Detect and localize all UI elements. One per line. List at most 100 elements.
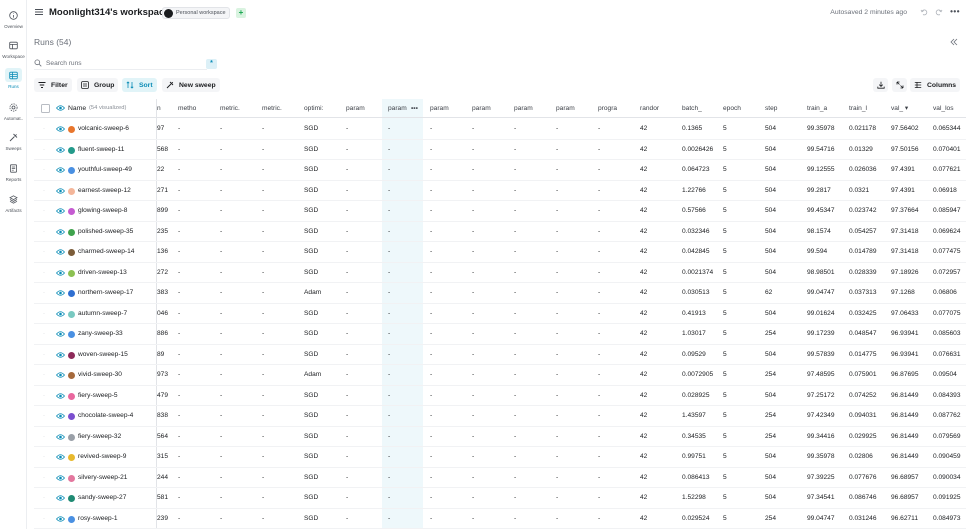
nav-item-runs[interactable]: Runs bbox=[0, 68, 27, 89]
run-name-link[interactable]: youthful-sweep-49 bbox=[78, 160, 132, 181]
eye-icon[interactable] bbox=[56, 166, 65, 174]
column-header[interactable]: val_los bbox=[933, 99, 966, 118]
run-color-dot[interactable] bbox=[68, 413, 75, 420]
eye-icon[interactable] bbox=[56, 412, 65, 420]
run-name-cell[interactable]: · polished-sweep-35 bbox=[34, 222, 157, 243]
column-header[interactable]: optimi: bbox=[304, 99, 342, 118]
table-row[interactable]: 838- - - SGD - - - - - - -42 1.43597 5 254 97.42349 0.0… bbox=[34, 406, 966, 427]
table-row[interactable]: 046- - - SGD - - - - - - -42 0.41913 5 504 99.01624 0.0… bbox=[34, 304, 966, 324]
drag-handle-icon[interactable]: · bbox=[43, 509, 45, 529]
eye-icon[interactable] bbox=[56, 187, 65, 195]
drag-handle-icon[interactable]: · bbox=[43, 140, 45, 161]
run-color-dot[interactable] bbox=[68, 187, 75, 195]
run-name-link[interactable]: sandy-sweep-27 bbox=[78, 488, 126, 509]
nav-item-overview[interactable]: Overview bbox=[0, 8, 27, 29]
run-name-cell[interactable]: · sandy-sweep-27 bbox=[34, 488, 157, 509]
drag-handle-icon[interactable]: · bbox=[43, 324, 45, 345]
run-name-cell[interactable]: · rosy-sweep-1 bbox=[34, 509, 157, 529]
eye-icon[interactable] bbox=[56, 228, 65, 236]
eye-icon[interactable] bbox=[56, 310, 65, 318]
run-color-dot[interactable] bbox=[68, 269, 75, 277]
column-header[interactable]: param bbox=[472, 99, 510, 118]
run-color-dot[interactable] bbox=[68, 454, 75, 461]
run-color-dot[interactable] bbox=[68, 474, 75, 482]
eye-icon[interactable] bbox=[56, 494, 65, 502]
run-name-link[interactable]: zany-sweep-33 bbox=[78, 324, 123, 345]
run-color-dot[interactable] bbox=[68, 228, 75, 236]
run-name-cell[interactable]: · zany-sweep-33 bbox=[34, 324, 157, 345]
more-icon[interactable]: ••• bbox=[950, 7, 960, 16]
table-row[interactable]: 479- - - SGD - - - - - - -42 0.028925 5 504 97.25172 0.… bbox=[34, 386, 966, 406]
eye-icon[interactable] bbox=[56, 248, 65, 256]
column-header[interactable]: epoch bbox=[723, 99, 761, 118]
fullscreen-button[interactable] bbox=[892, 78, 907, 92]
run-name-cell[interactable]: · earnest-sweep-12 bbox=[34, 181, 157, 202]
nav-item-automat[interactable]: Automat.. bbox=[0, 100, 27, 121]
run-color-dot[interactable] bbox=[68, 495, 75, 502]
run-color-dot[interactable] bbox=[68, 146, 75, 154]
name-header-label[interactable]: Name bbox=[68, 99, 86, 118]
eye-icon[interactable] bbox=[56, 330, 65, 338]
drag-handle-icon[interactable]: · bbox=[43, 406, 45, 427]
nav-item-workspace[interactable]: Workspace bbox=[0, 38, 27, 59]
table-row[interactable]: 899- - - SGD - - - - - - -42 0.57566 5 504 99.45347 0.0… bbox=[34, 201, 966, 222]
run-name-link[interactable]: fiery-sweep-32 bbox=[78, 427, 121, 448]
table-row[interactable]: 564- - - SGD - - - - - - -42 0.34535 5 254 99.34416 0.0… bbox=[34, 427, 966, 447]
column-header[interactable]: train_l bbox=[849, 99, 887, 118]
column-header[interactable]: metho bbox=[178, 99, 216, 118]
column-header[interactable]: train_a bbox=[807, 99, 845, 118]
run-color-dot[interactable] bbox=[68, 208, 75, 215]
add-icon[interactable]: + bbox=[236, 8, 246, 18]
run-name-link[interactable]: polished-sweep-35 bbox=[78, 222, 133, 243]
group-button[interactable]: Group bbox=[77, 78, 119, 92]
run-name-link[interactable]: earnest-sweep-12 bbox=[78, 181, 131, 202]
eye-icon[interactable] bbox=[56, 433, 65, 441]
run-color-dot[interactable] bbox=[68, 290, 75, 297]
drag-handle-icon[interactable]: · bbox=[43, 160, 45, 181]
workspace-badge[interactable]: Personal workspace bbox=[162, 7, 230, 19]
column-header[interactable]: progra bbox=[598, 99, 636, 118]
run-color-dot[interactable] bbox=[68, 351, 75, 359]
table-row[interactable]: 244- - - SGD - - - - - - -42 0.086413 5 504 97.39225 0.… bbox=[34, 468, 966, 488]
column-header[interactable]: param bbox=[430, 99, 468, 118]
table-row[interactable]: 271- - - SGD - - - - - - -42 1.22766 5 504 99.2817 0.03… bbox=[34, 181, 966, 201]
run-color-dot[interactable] bbox=[68, 126, 75, 133]
drag-handle-icon[interactable]: · bbox=[43, 386, 45, 407]
eye-icon[interactable] bbox=[56, 104, 65, 112]
run-name-cell[interactable]: · fluent-sweep-11 bbox=[34, 140, 157, 161]
table-row[interactable]: 97- - - SGD - - - - - - -42 0.1365 5 504 99.35978 0.021… bbox=[34, 119, 966, 140]
drag-handle-icon[interactable]: · bbox=[43, 365, 45, 386]
run-color-dot[interactable] bbox=[68, 331, 75, 338]
run-name-cell[interactable]: · driven-sweep-13 bbox=[34, 263, 157, 284]
eye-icon[interactable] bbox=[56, 474, 65, 482]
run-name-cell[interactable]: · silvery-sweep-21 bbox=[34, 468, 157, 489]
run-color-dot[interactable] bbox=[68, 515, 75, 523]
run-name-link[interactable]: silvery-sweep-21 bbox=[78, 468, 127, 489]
run-color-dot[interactable] bbox=[68, 372, 75, 379]
run-name-link[interactable]: northern-sweep-17 bbox=[78, 283, 133, 304]
column-header[interactable]: step bbox=[765, 99, 803, 118]
run-name-cell[interactable]: · northern-sweep-17 bbox=[34, 283, 157, 304]
run-name-cell[interactable]: · charmed-sweep-14 bbox=[34, 242, 157, 263]
table-row[interactable]: 315- - - SGD - - - - - - -42 0.99751 5 504 99.35978 0.0… bbox=[34, 447, 966, 468]
run-name-link[interactable]: rosy-sweep-1 bbox=[78, 509, 118, 529]
nav-item-reports[interactable]: Reports bbox=[0, 161, 27, 182]
nav-item-sweeps[interactable]: Sweeps bbox=[0, 130, 27, 151]
run-name-cell[interactable]: · fiery-sweep-5 bbox=[34, 386, 157, 407]
table-row[interactable]: 568- - - SGD - - - - - - -42 0.0026426 5 504 99.54716 0… bbox=[34, 140, 966, 160]
eye-icon[interactable] bbox=[56, 289, 65, 297]
eye-icon[interactable] bbox=[56, 371, 65, 379]
column-header[interactable]: randor bbox=[640, 99, 678, 118]
run-name-cell[interactable]: · woven-sweep-15 bbox=[34, 345, 157, 366]
search-input[interactable] bbox=[46, 59, 196, 67]
drag-handle-icon[interactable]: · bbox=[43, 263, 45, 284]
column-header[interactable]: param bbox=[556, 99, 594, 118]
drag-handle-icon[interactable]: · bbox=[43, 427, 45, 448]
drag-handle-icon[interactable]: · bbox=[43, 242, 45, 263]
run-name-cell[interactable]: · autumn-sweep-7 bbox=[34, 304, 157, 324]
run-name-link[interactable]: driven-sweep-13 bbox=[78, 263, 127, 284]
drag-handle-icon[interactable]: · bbox=[43, 345, 45, 366]
run-name-link[interactable]: fluent-sweep-11 bbox=[78, 140, 124, 161]
table-row[interactable]: 581- - - SGD - - - - - - -42 1.52298 5 504 97.34541 0.0… bbox=[34, 488, 966, 509]
table-row[interactable]: 239- - - SGD - - - - - - -42 0.029524 5 254 99.04747 0.… bbox=[34, 509, 966, 529]
